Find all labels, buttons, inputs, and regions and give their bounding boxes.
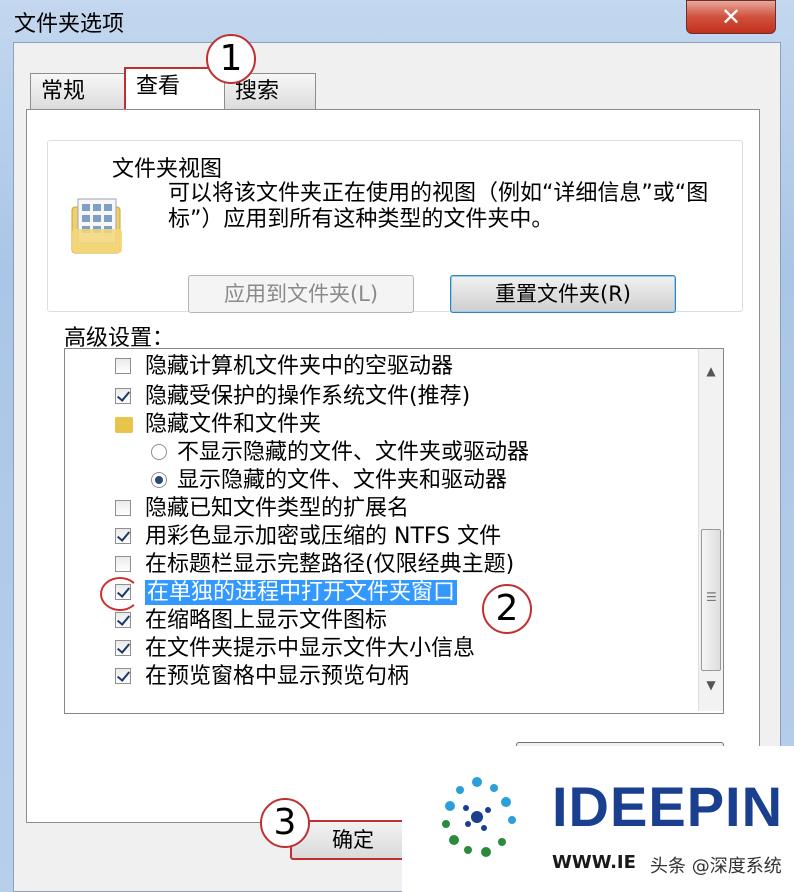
checkbox[interactable] bbox=[115, 612, 131, 628]
checkbox[interactable] bbox=[115, 358, 131, 374]
annotation-badge-1: 1 bbox=[206, 34, 256, 84]
tab-general[interactable]: 常规 bbox=[30, 73, 126, 109]
checkbox[interactable] bbox=[115, 668, 131, 684]
list-item[interactable]: 隐藏计算机文件夹中的空驱动器 bbox=[115, 353, 453, 381]
list-item-label: 隐藏文件和文件夹 bbox=[145, 412, 322, 437]
folder-view-group: 文件夹视图 可以将该文件夹正在使用的视图（例如“详细信息”或“图标”）应用到所有… bbox=[47, 140, 743, 313]
checkbox[interactable] bbox=[115, 556, 131, 572]
list-item[interactable]: 显示隐藏的文件、文件夹和驱动器 bbox=[151, 467, 507, 495]
dialog-window: 文件夹选项 ✕ 常规 查看 搜索 文件夹视图 可以将该文件夹正在使用的视图（例如… bbox=[0, 0, 794, 892]
annotation-circle bbox=[100, 577, 140, 611]
reset-folders-button[interactable]: 重置文件夹(R) bbox=[450, 275, 676, 313]
scroll-thumb[interactable]: ☰ bbox=[701, 529, 721, 671]
grip-icon: ☰ bbox=[706, 590, 717, 604]
list-item-label: 不显示隐藏的文件、文件夹或驱动器 bbox=[177, 440, 530, 465]
list-item-label: 在预览窗格中显示预览句柄 bbox=[145, 664, 410, 689]
list-item: 隐藏文件和文件夹 bbox=[115, 411, 321, 439]
list-item-label: 隐藏受保护的操作系统文件(推荐) bbox=[145, 384, 471, 409]
list-item-label: 用彩色显示加密或压缩的 NTFS 文件 bbox=[145, 524, 502, 549]
scroll-up-icon[interactable]: ▲ bbox=[703, 363, 719, 379]
list-item-label: 隐藏已知文件类型的扩展名 bbox=[145, 496, 410, 521]
watermark: IDEEPIN WWW.IE 头条 @深度系统 bbox=[402, 746, 794, 892]
list-item-label: 在文件夹提示中显示文件大小信息 bbox=[145, 636, 476, 661]
window-title: 文件夹选项 bbox=[14, 12, 125, 37]
folder-view-title: 文件夹视图 bbox=[108, 151, 227, 183]
list-item[interactable]: 隐藏受保护的操作系统文件(推荐) bbox=[115, 383, 470, 411]
list-item[interactable]: 用彩色显示加密或压缩的 NTFS 文件 bbox=[115, 523, 501, 551]
brand-url: WWW.IE bbox=[552, 852, 636, 873]
list-item[interactable]: 不显示隐藏的文件、文件夹或驱动器 bbox=[151, 439, 529, 467]
checkbox[interactable] bbox=[115, 528, 131, 544]
list-item-selected[interactable]: 在单独的进程中打开文件夹窗口 bbox=[115, 579, 458, 607]
folder-icon bbox=[115, 417, 133, 433]
apply-to-folders-button[interactable]: 应用到文件夹(L) bbox=[188, 275, 414, 313]
list-item[interactable]: 在标题栏显示完整路径(仅限经典主题) bbox=[115, 551, 514, 579]
radio-button[interactable] bbox=[151, 444, 167, 460]
checkbox[interactable] bbox=[115, 640, 131, 656]
advanced-settings-list[interactable]: 隐藏计算机文件夹中的空驱动器 隐藏受保护的操作系统文件(推荐) 隐藏文件和文件夹… bbox=[64, 348, 724, 714]
list-item[interactable]: 在缩略图上显示文件图标 bbox=[115, 607, 387, 635]
checkbox[interactable] bbox=[115, 500, 131, 516]
folder-view-icon bbox=[71, 198, 122, 254]
list-item[interactable]: 隐藏已知文件类型的扩展名 bbox=[115, 495, 409, 523]
checkbox[interactable] bbox=[115, 388, 131, 404]
brand-name: IDEEPIN bbox=[552, 775, 784, 838]
list-item[interactable]: 在预览窗格中显示预览句柄 bbox=[115, 663, 409, 691]
annotation-badge-2: 2 bbox=[482, 584, 532, 634]
spiral-logo-icon bbox=[442, 777, 516, 857]
scroll-down-icon[interactable]: ▼ bbox=[703, 677, 719, 693]
list-item-label: 显示隐藏的文件、文件夹和驱动器 bbox=[177, 468, 508, 493]
vertical-scrollbar[interactable]: ▲ ☰ ▼ bbox=[698, 349, 723, 711]
list-item-label: 在单独的进程中打开文件夹窗口 bbox=[145, 580, 458, 605]
close-button[interactable]: ✕ bbox=[686, 0, 776, 34]
list-item[interactable]: 在文件夹提示中显示文件大小信息 bbox=[115, 635, 475, 663]
list-item-label: 隐藏计算机文件夹中的空驱动器 bbox=[145, 354, 454, 379]
author-credit: 头条 @深度系统 bbox=[650, 856, 782, 877]
list-item-label: 在标题栏显示完整路径(仅限经典主题) bbox=[145, 552, 515, 577]
list-item-label: 在缩略图上显示文件图标 bbox=[145, 608, 388, 633]
radio-button[interactable] bbox=[151, 472, 167, 488]
annotation-badge-3: 3 bbox=[260, 798, 310, 848]
folder-view-description: 可以将该文件夹正在使用的视图（例如“详细信息”或“图标”）应用到所有这种类型的文… bbox=[168, 181, 709, 232]
